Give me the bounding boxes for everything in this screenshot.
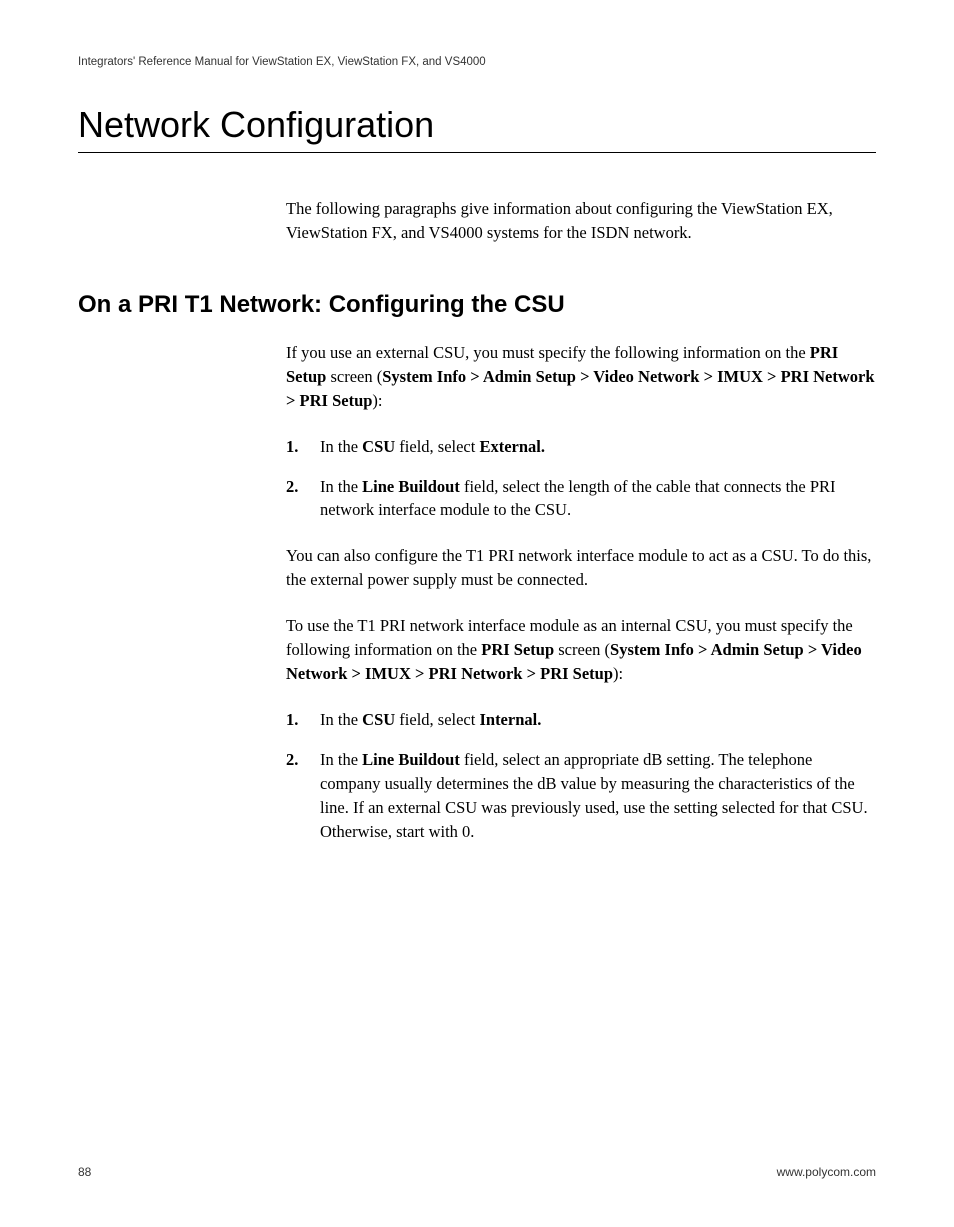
running-header: Integrators' Reference Manual for ViewSt… [78, 56, 876, 68]
step-number: 1. [286, 708, 320, 732]
intro-block: The following paragraphs give informatio… [286, 197, 876, 245]
step-1-external: 1. In the CSU field, select External. [286, 435, 876, 459]
is1-csu: CSU [362, 710, 395, 729]
step-text: In the Line Buildout field, select an ap… [320, 748, 876, 844]
is1-internal: Internal. [479, 710, 541, 729]
step-number: 2. [286, 748, 320, 844]
step-2-external: 2. In the Line Buildout field, select th… [286, 475, 876, 523]
step-text: In the Line Buildout field, select the l… [320, 475, 876, 523]
step-text: In the CSU field, select Internal. [320, 708, 876, 732]
section-body: If you use an external CSU, you must spe… [286, 341, 876, 844]
step-number: 1. [286, 435, 320, 459]
section-title: On a PRI T1 Network: Configuring the CSU [78, 291, 876, 319]
is1-c: field, select [395, 710, 479, 729]
s1-external: External. [479, 437, 545, 456]
page-number: 88 [78, 1165, 91, 1179]
is1-a: In the [320, 710, 362, 729]
chapter-title: Network Configuration [78, 104, 876, 153]
step-text: In the CSU field, select External. [320, 435, 876, 459]
p1-text-c: screen ( [326, 367, 382, 386]
para-internal-intro: To use the T1 PRI network interface modu… [286, 614, 876, 686]
step-1-internal: 1. In the CSU field, select Internal. [286, 708, 876, 732]
p1-text-a: If you use an external CSU, you must spe… [286, 343, 810, 362]
s2-a: In the [320, 477, 362, 496]
footer-url: www.polycom.com [777, 1165, 876, 1179]
p3-text-c: screen ( [554, 640, 610, 659]
p3-text-e: ): [613, 664, 623, 683]
p3-bold-pri-setup: PRI Setup [481, 640, 554, 659]
is2-a: In the [320, 750, 362, 769]
s1-csu: CSU [362, 437, 395, 456]
steps-external: 1. In the CSU field, select External. 2.… [286, 435, 876, 523]
page-footer: 88 www.polycom.com [78, 1165, 876, 1179]
s2-line-buildout: Line Buildout [362, 477, 460, 496]
intro-paragraph: The following paragraphs give informatio… [286, 197, 876, 245]
s1-c: field, select [395, 437, 479, 456]
is2-line-buildout: Line Buildout [362, 750, 460, 769]
step-2-internal: 2. In the Line Buildout field, select an… [286, 748, 876, 844]
s1-a: In the [320, 437, 362, 456]
p1-text-e: ): [372, 391, 382, 410]
step-number: 2. [286, 475, 320, 523]
para-external-intro: If you use an external CSU, you must spe… [286, 341, 876, 413]
para-act-as-csu: You can also configure the T1 PRI networ… [286, 544, 876, 592]
steps-internal: 1. In the CSU field, select Internal. 2.… [286, 708, 876, 844]
